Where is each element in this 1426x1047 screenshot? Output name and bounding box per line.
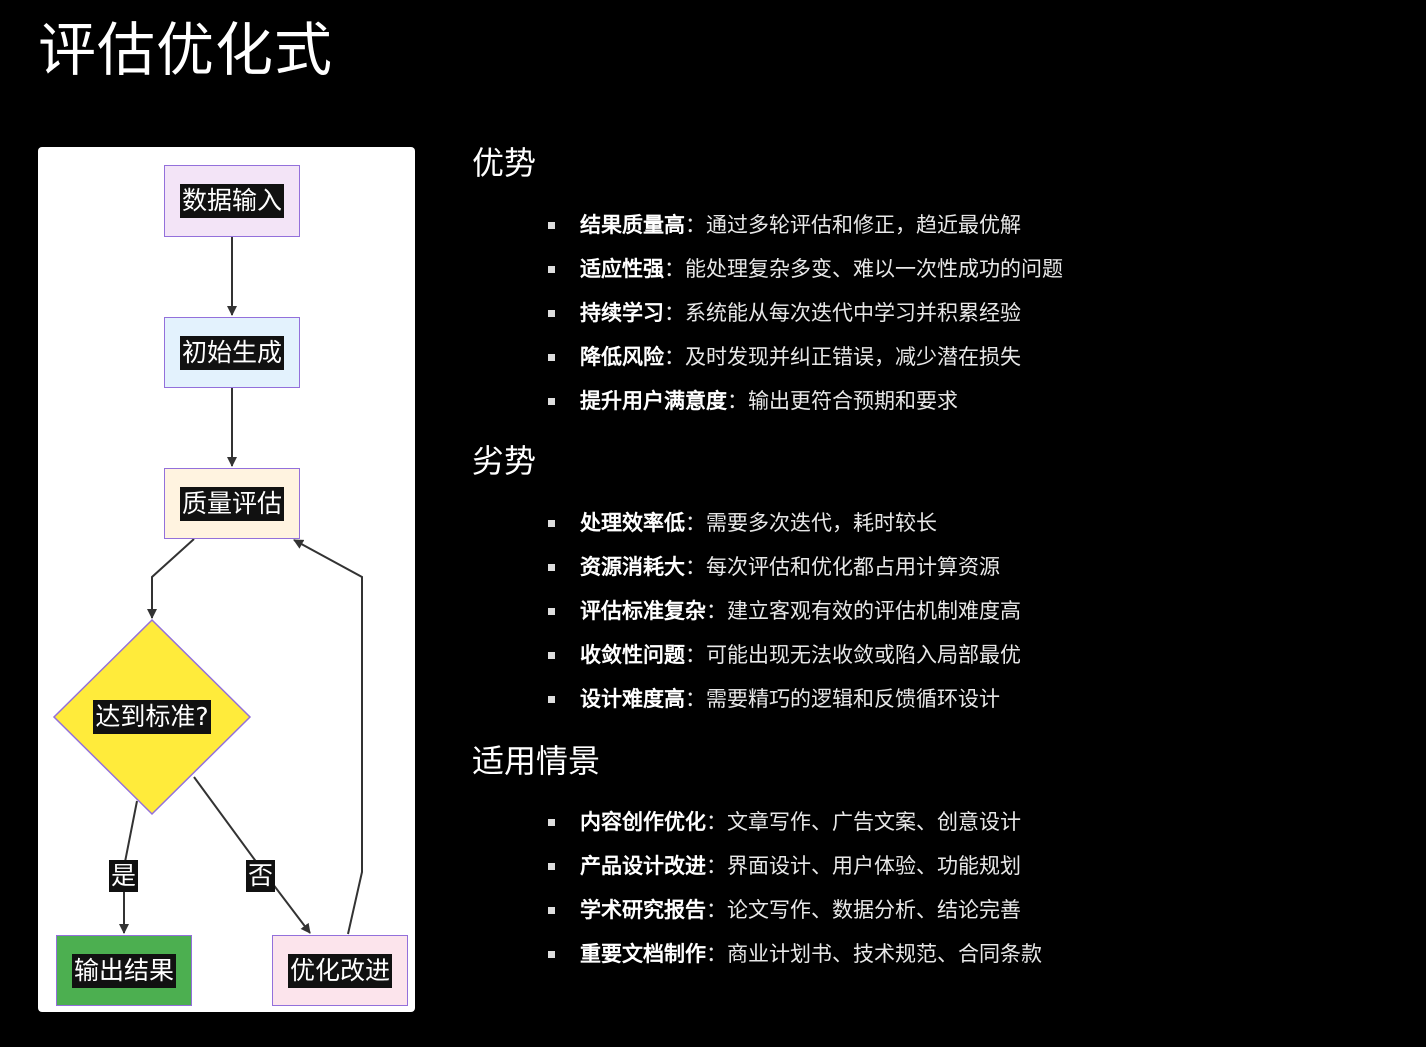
list-item-key: 提升用户满意度: [580, 389, 727, 413]
list-item-text: 文章写作、广告文案、创意设计: [727, 810, 1021, 834]
edge-label-no: 否: [246, 860, 276, 892]
list-item-text: 系统能从每次迭代中学习并积累经验: [685, 301, 1021, 325]
list-item: 内容创作优化：文章写作、广告文案、创意设计: [548, 807, 1042, 851]
list-item-separator: ：: [685, 555, 706, 579]
node-decision-label: 达到标准?: [93, 700, 211, 734]
advantages-list: 结果质量高：通过多轮评估和修正，趋近最优解 适应性强：能处理复杂多变、难以一次性成…: [548, 210, 1063, 430]
node-output-result-label: 输出结果: [71, 953, 176, 988]
list-item-key: 结果质量高: [580, 213, 685, 237]
list-item-key: 收敛性问题: [580, 643, 685, 667]
edge-eval-decision: [147, 538, 195, 619]
list-item-text: 商业计划书、技术规范、合同条款: [727, 942, 1042, 966]
list-item-text: 每次评估和优化都占用计算资源: [706, 555, 1000, 579]
list-item-key: 处理效率低: [580, 511, 685, 535]
list-item-key: 产品设计改进: [580, 854, 706, 878]
list-item-text: 论文写作、数据分析、结论完善: [727, 898, 1021, 922]
list-item-key: 重要文档制作: [580, 942, 706, 966]
list-item: 学术研究报告：论文写作、数据分析、结论完善: [548, 895, 1042, 939]
list-item-key: 学术研究报告: [580, 898, 706, 922]
bullet-square-icon: [548, 354, 555, 361]
list-item-text: 通过多轮评估和修正，趋近最优解: [706, 213, 1021, 237]
list-item-separator: ：: [706, 942, 727, 966]
list-item-separator: ：: [706, 898, 727, 922]
bullet-square-icon: [548, 222, 555, 229]
list-item-key: 资源消耗大: [580, 555, 685, 579]
list-item: 降低风险：及时发现并纠正错误，减少潜在损失: [548, 342, 1063, 386]
list-item-text: 建立客观有效的评估机制难度高: [727, 599, 1021, 623]
list-item-text: 需要多次迭代，耗时较长: [706, 511, 937, 535]
list-item-separator: ：: [685, 643, 706, 667]
node-decision: 达到标准?: [54, 620, 250, 814]
bullet-square-icon: [548, 863, 555, 870]
list-item-text: 及时发现并纠正错误，减少潜在损失: [685, 345, 1021, 369]
flowchart-panel: 数据输入 初始生成 质量评估 达到标准? 输出结果 优化改进 是 否: [38, 147, 415, 1012]
list-item: 结果质量高：通过多轮评估和修正，趋近最优解: [548, 210, 1063, 254]
bullet-square-icon: [548, 608, 555, 615]
node-quality-evaluation-label: 质量评估: [179, 486, 284, 521]
list-item-key: 评估标准复杂: [580, 599, 706, 623]
list-item-separator: ：: [664, 345, 685, 369]
list-item-separator: ：: [706, 854, 727, 878]
bullet-square-icon: [548, 520, 555, 527]
list-item: 适应性强：能处理复杂多变、难以一次性成功的问题: [548, 254, 1063, 298]
list-item: 持续学习：系统能从每次迭代中学习并积累经验: [548, 298, 1063, 342]
bullet-square-icon: [548, 398, 555, 405]
node-quality-evaluation: 质量评估: [164, 468, 300, 539]
use-cases-list: 内容创作优化：文章写作、广告文案、创意设计 产品设计改进：界面设计、用户体验、功能…: [548, 807, 1042, 983]
list-item-key: 适应性强: [580, 257, 664, 281]
bullet-square-icon: [548, 907, 555, 914]
list-item-separator: ：: [727, 389, 748, 413]
node-initial-generation-label: 初始生成: [179, 335, 284, 370]
page-title: 评估优化式: [38, 16, 334, 84]
flowchart-edges: [52, 237, 363, 935]
bullet-square-icon: [548, 951, 555, 958]
list-item: 收敛性问题：可能出现无法收敛或陷入局部最优: [548, 640, 1021, 684]
list-item-key: 降低风险: [580, 345, 664, 369]
bullet-square-icon: [548, 564, 555, 571]
list-item-separator: ：: [706, 810, 727, 834]
bullet-square-icon: [548, 310, 555, 317]
list-item-key: 内容创作优化: [580, 810, 706, 834]
list-item-text: 能处理复杂多变、难以一次性成功的问题: [685, 257, 1063, 281]
list-item: 提升用户满意度：输出更符合预期和要求: [548, 386, 1063, 430]
list-item: 产品设计改进：界面设计、用户体验、功能规划: [548, 851, 1042, 895]
edge-label-yes: 是: [109, 860, 139, 892]
bullet-square-icon: [548, 696, 555, 703]
section-title-advantages: 优势: [472, 144, 537, 182]
list-item-separator: ：: [685, 213, 706, 237]
list-item-text: 界面设计、用户体验、功能规划: [727, 854, 1021, 878]
edge-improve-eval: [293, 539, 363, 935]
list-item: 资源消耗大：每次评估和优化都占用计算资源: [548, 552, 1021, 596]
list-item-text: 输出更符合预期和要求: [748, 389, 958, 413]
list-item-text: 需要精巧的逻辑和反馈循环设计: [706, 687, 1000, 711]
bullet-square-icon: [548, 819, 555, 826]
node-output-result: 输出结果: [56, 935, 192, 1006]
bullet-square-icon: [548, 266, 555, 273]
node-optimize-improve: 优化改进: [272, 935, 408, 1006]
list-item-separator: ：: [706, 599, 727, 623]
list-item-key: 持续学习: [580, 301, 664, 325]
bullet-square-icon: [548, 652, 555, 659]
list-item-separator: ：: [685, 687, 706, 711]
list-item: 设计难度高：需要精巧的逻辑和反馈循环设计: [548, 684, 1021, 728]
node-optimize-improve-label: 优化改进: [287, 953, 392, 988]
node-data-input-label: 数据输入: [179, 184, 284, 218]
node-initial-generation: 初始生成: [164, 317, 300, 388]
list-item-text: 可能出现无法收敛或陷入局部最优: [706, 643, 1021, 667]
list-item-separator: ：: [664, 301, 685, 325]
list-item-separator: ：: [664, 257, 685, 281]
section-title-use-cases: 适用情景: [472, 742, 601, 780]
list-item: 评估标准复杂：建立客观有效的评估机制难度高: [548, 596, 1021, 640]
node-data-input: 数据输入: [164, 165, 300, 237]
list-item: 重要文档制作：商业计划书、技术规范、合同条款: [548, 939, 1042, 983]
list-item-separator: ：: [685, 511, 706, 535]
section-title-disadvantages: 劣势: [472, 442, 537, 480]
list-item: 处理效率低：需要多次迭代，耗时较长: [548, 508, 1021, 552]
list-item-key: 设计难度高: [580, 687, 685, 711]
disadvantages-list: 处理效率低：需要多次迭代，耗时较长 资源消耗大：每次评估和优化都占用计算资源 评估标…: [548, 508, 1021, 728]
